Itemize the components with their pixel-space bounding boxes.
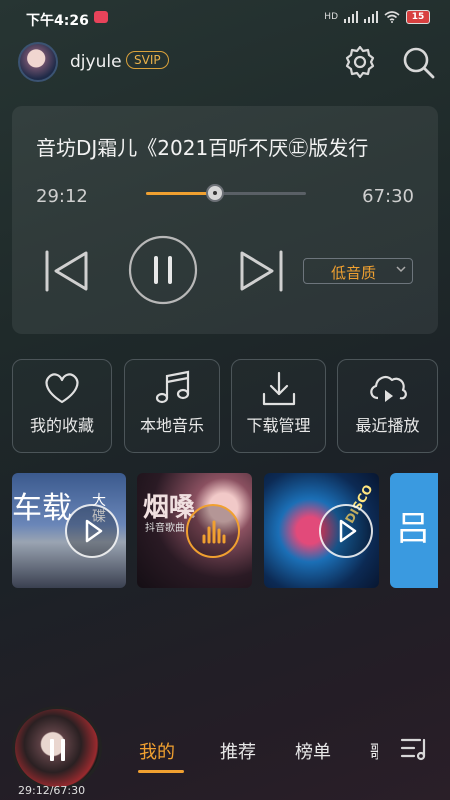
playlist-cover-2[interactable]: 烟嗓 抖音歌曲: [137, 473, 252, 588]
tab-mine[interactable]: 我的: [139, 738, 175, 764]
next-icon[interactable]: [236, 248, 286, 294]
battery-indicator: 15: [406, 10, 430, 24]
network-type: HD: [324, 12, 338, 22]
now-playing-card: 音坊DJ霜儿《2021百听不厌㊣版发行 29:12 67:30 低音质: [12, 106, 438, 334]
progress-slider[interactable]: [146, 184, 306, 202]
cover-title: 吕: [396, 509, 430, 549]
favorites-button[interactable]: 我的收藏: [12, 359, 112, 453]
previous-icon[interactable]: [42, 248, 92, 294]
gear-icon[interactable]: [342, 44, 378, 80]
playlist-cover-3[interactable]: DISCO: [264, 473, 379, 588]
recent-play-label: 最近播放: [355, 416, 420, 435]
profile-header: djyule SVIP: [18, 42, 438, 84]
playlist-cover-4[interactable]: 吕: [390, 473, 438, 588]
svip-badge[interactable]: SVIP: [126, 51, 169, 69]
progress-fill: [146, 192, 215, 195]
tab-recommend[interactable]: 推荐: [220, 738, 256, 764]
pause-button[interactable]: [127, 234, 199, 306]
progress-thumb[interactable]: [205, 184, 224, 202]
status-time: 下午4:26: [26, 13, 89, 29]
quality-label: 低音质: [331, 264, 377, 282]
active-tab-indicator: [138, 770, 184, 773]
music-note-icon: [155, 370, 190, 404]
playlist-cover-1[interactable]: 车载 大碟: [12, 473, 126, 588]
cover-subtitle: 抖音歌曲: [145, 523, 185, 534]
pause-icon[interactable]: [47, 737, 69, 763]
download-manager-button[interactable]: 下载管理: [231, 359, 326, 453]
playing-overlay[interactable]: [186, 503, 240, 558]
current-time: 29:12: [36, 186, 88, 207]
status-icons: HD 15: [324, 10, 430, 24]
search-icon[interactable]: [400, 44, 436, 80]
play-overlay[interactable]: [319, 503, 373, 558]
mini-player-time: 29:12/67:30: [18, 784, 86, 797]
download-manager-label: 下载管理: [246, 416, 311, 435]
play-icon: [85, 519, 103, 542]
username[interactable]: djyule: [70, 52, 122, 72]
local-music-button[interactable]: 本地音乐: [124, 359, 220, 453]
tab-charts[interactable]: 榜单: [295, 738, 331, 764]
cover-title: 车载: [12, 491, 72, 526]
signal-icon: [344, 11, 358, 23]
equalizer-icon: [202, 520, 226, 543]
bottom-bar: 29:12/67:30 我的 推荐 榜单 歌: [0, 700, 450, 800]
local-music-label: 本地音乐: [139, 416, 204, 435]
wifi-icon: [384, 11, 400, 23]
mini-player-cover[interactable]: [12, 706, 102, 790]
chevron-down-icon: [396, 266, 406, 273]
download-icon: [262, 371, 295, 406]
favorites-label: 我的收藏: [29, 416, 94, 435]
song-title[interactable]: 音坊DJ霜儿《2021百听不厌㊣版发行: [36, 132, 416, 161]
heart-icon: [45, 373, 79, 404]
quality-dropdown[interactable]: 低音质: [303, 258, 413, 284]
playlist-queue-icon[interactable]: [400, 736, 430, 762]
cloud-play-icon: [369, 376, 407, 402]
signal-icon-2: [364, 11, 378, 23]
total-time: 67:30: [362, 186, 414, 207]
app-notification-icon: [94, 11, 108, 23]
play-icon: [339, 519, 357, 542]
play-overlay[interactable]: [65, 503, 119, 558]
status-bar: 下午4:26 HD 15: [0, 0, 450, 36]
recent-play-button[interactable]: 最近播放: [337, 359, 438, 453]
avatar[interactable]: [18, 42, 58, 82]
tab-songs[interactable]: 歌: [370, 738, 378, 764]
